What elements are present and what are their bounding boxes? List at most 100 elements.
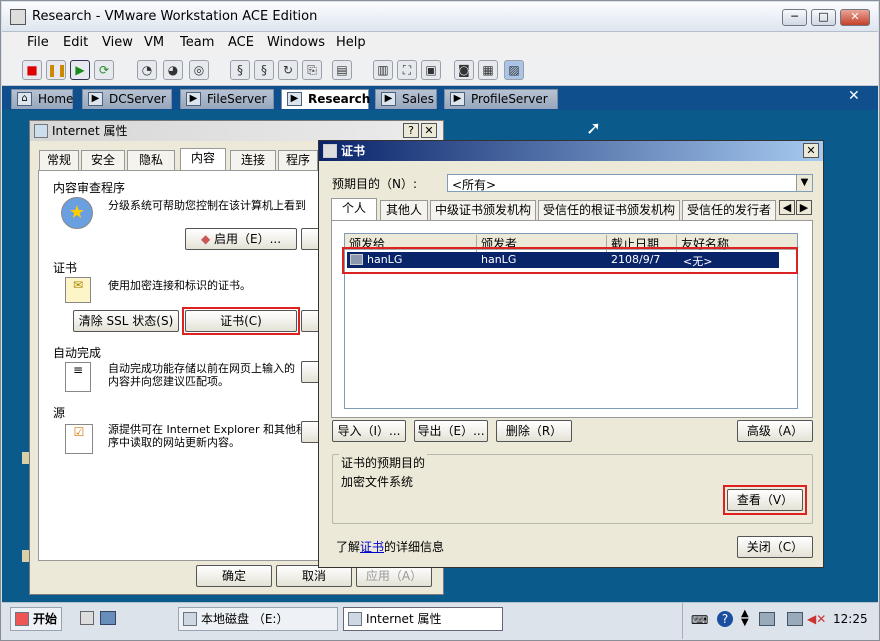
purpose-label: 预期目的（N）:	[332, 177, 418, 191]
apply-button[interactable]: 应用（A）	[356, 565, 432, 587]
mouse-cursor-icon: ➚	[586, 118, 602, 139]
purpose-select-value: <所有>	[452, 178, 497, 192]
autocomplete-icon: ≡	[65, 362, 91, 392]
tabs-view-icon[interactable]: ▨	[504, 60, 524, 80]
summary-icon[interactable]: ▤	[332, 60, 352, 80]
menu-ace[interactable]: ACE	[228, 35, 254, 50]
tab-programs[interactable]: 程序	[278, 150, 318, 170]
maximize-button[interactable]: □	[811, 9, 836, 26]
learn-more: 了解证书的详细信息	[336, 540, 445, 554]
minimize-button[interactable]: ─	[782, 9, 807, 26]
tab-privacy[interactable]: 隐私	[127, 150, 175, 170]
tab-profileserver[interactable]: ▶ ProfileServer	[444, 89, 558, 109]
certificates-link[interactable]: 证书	[360, 540, 384, 554]
full-screen-icon[interactable]: ⛶	[397, 60, 417, 80]
tab-intermediate-ca[interactable]: 中级证书颁发机构	[430, 200, 536, 220]
tab-personal[interactable]: 个人	[331, 198, 377, 220]
volume-muted-icon[interactable]: ◀✕	[807, 612, 826, 626]
dialog-title: Internet 属性	[52, 124, 128, 138]
tab-dcserver[interactable]: ▶ DCServer	[82, 89, 172, 109]
import-button[interactable]: 导入（I）...	[332, 420, 406, 442]
highlight-box	[342, 247, 798, 274]
cert-titlebar: 证书	[319, 141, 823, 161]
menu-windows[interactable]: Windows	[267, 35, 325, 50]
snapshot-icon[interactable]: ◔	[137, 60, 157, 80]
autocomplete-text: 自动完成功能存储以前在网页上输入的内容并向您建议匹配项。	[108, 362, 295, 388]
menu-team[interactable]: Team	[180, 35, 214, 50]
tray-arrows-icon[interactable]: ▲ ▼	[741, 609, 749, 628]
clear-ssl-button[interactable]: 清除 SSL 状态(S)	[73, 310, 179, 332]
team-power-icon[interactable]: §	[230, 60, 250, 80]
clock[interactable]: 12:25	[833, 612, 868, 626]
tab-trusted-publishers[interactable]: 受信任的发行者	[682, 200, 776, 220]
purposes-value: 加密文件系统	[341, 475, 414, 489]
certificates-dialog: 证书 ✕ 预期目的（N）: <所有> ▼ 个人 其他人 中级证书颁发机构 受信任…	[318, 140, 824, 568]
power-off-icon[interactable]: ■	[22, 60, 42, 80]
team-clone-icon[interactable]: ⎘	[302, 60, 322, 80]
cert-close-x[interactable]: ✕	[803, 143, 819, 158]
content-advisor-legend: 内容审查程序	[53, 181, 126, 195]
chevron-down-icon[interactable]: ▼	[796, 175, 812, 191]
power-on-icon[interactable]: ▶	[70, 60, 90, 80]
vm-icon: ▶	[450, 92, 465, 106]
quick-switch-icon[interactable]: ▣	[421, 60, 441, 80]
team-view-icon[interactable]: ▦	[478, 60, 498, 80]
network-disconnected-icon[interactable]	[787, 612, 803, 626]
taskbar-item-internet-properties[interactable]: Internet 属性	[343, 607, 503, 631]
globe-star-icon: ★	[61, 197, 93, 229]
tab-research[interactable]: ▶ Research	[281, 89, 370, 109]
menu-edit[interactable]: Edit	[63, 35, 88, 50]
dialog-close-button[interactable]: ✕	[421, 123, 437, 138]
tab-scroll-right-icon[interactable]: ▶	[796, 200, 812, 215]
team-reset-icon[interactable]: ↻	[278, 60, 298, 80]
help-button[interactable]: ?	[403, 123, 419, 138]
personal-tab-panel: 颁发给 颁发者 截止日期 友好名称 hanLG hanLG 2108/9/7 <…	[331, 220, 813, 418]
remove-button[interactable]: 删除（R）	[496, 420, 572, 442]
highlight-box	[723, 485, 807, 515]
tab-connections[interactable]: 连接	[230, 150, 276, 170]
suspend-icon[interactable]: ❚❚	[46, 60, 67, 80]
close-tab-icon[interactable]: ✕	[848, 88, 860, 104]
show-desktop-icon[interactable]	[80, 611, 94, 625]
close-dialog-button[interactable]: 关闭（C）	[737, 536, 813, 558]
reset-icon[interactable]: ⟳	[94, 60, 114, 80]
close-button[interactable]: ✕	[840, 9, 870, 26]
team-suspend-icon[interactable]: §	[254, 60, 274, 80]
purpose-select[interactable]: <所有> ▼	[447, 174, 813, 192]
tab-security[interactable]: 安全	[81, 150, 125, 170]
tab-other-people[interactable]: 其他人	[380, 200, 428, 220]
ok-button[interactable]: 确定	[196, 565, 272, 587]
tab-fileserver[interactable]: ▶ FileServer	[180, 89, 274, 109]
taskbar-item-local-disk[interactable]: 本地磁盘 （E:）	[178, 607, 338, 631]
cancel-button[interactable]: 取消	[276, 565, 352, 587]
network-icon[interactable]	[759, 612, 775, 626]
ie-icon	[34, 124, 48, 138]
menu-file[interactable]: File	[27, 35, 49, 50]
menu-view[interactable]: View	[102, 35, 133, 50]
revert-snapshot-icon[interactable]: ◕	[163, 60, 183, 80]
start-button[interactable]: 开始	[10, 607, 62, 631]
keyboard-icon[interactable]: ⌨	[691, 613, 708, 627]
tab-trusted-root-ca[interactable]: 受信任的根证书颁发机构	[538, 200, 680, 220]
certs-legend: 证书	[53, 261, 78, 275]
vm-icon: ▶	[381, 92, 396, 106]
export-button[interactable]: 导出（E）...	[414, 420, 488, 442]
help-icon[interactable]: ?	[717, 611, 733, 627]
menu-help[interactable]: Help	[336, 35, 366, 50]
feed-icon: ☑	[65, 424, 93, 454]
advanced-button[interactable]: 高级（A）	[737, 420, 813, 442]
system-tray: ⌨ ? ▲ ▼ ◀✕ 12:25	[682, 603, 878, 639]
vmware-app-icon	[10, 9, 26, 25]
snapshot-manager-icon[interactable]: ◎	[189, 60, 209, 80]
tab-scroll-left-icon[interactable]: ◀	[779, 200, 795, 215]
tab-sales[interactable]: ▶ Sales	[375, 89, 437, 109]
tab-general[interactable]: 常规	[39, 150, 79, 170]
dialog-titlebar: Internet 属性	[30, 121, 443, 141]
console-view-icon[interactable]: ◙	[454, 60, 474, 80]
ie-quicklaunch-icon[interactable]	[100, 611, 116, 625]
sidebar-icon[interactable]: ▥	[373, 60, 393, 80]
enable-button[interactable]: ◆ 启用（E）...	[185, 228, 297, 250]
tab-home[interactable]: ⌂ Home	[11, 89, 73, 109]
tab-content[interactable]: 内容	[180, 148, 226, 170]
menu-vm[interactable]: VM	[144, 35, 164, 50]
